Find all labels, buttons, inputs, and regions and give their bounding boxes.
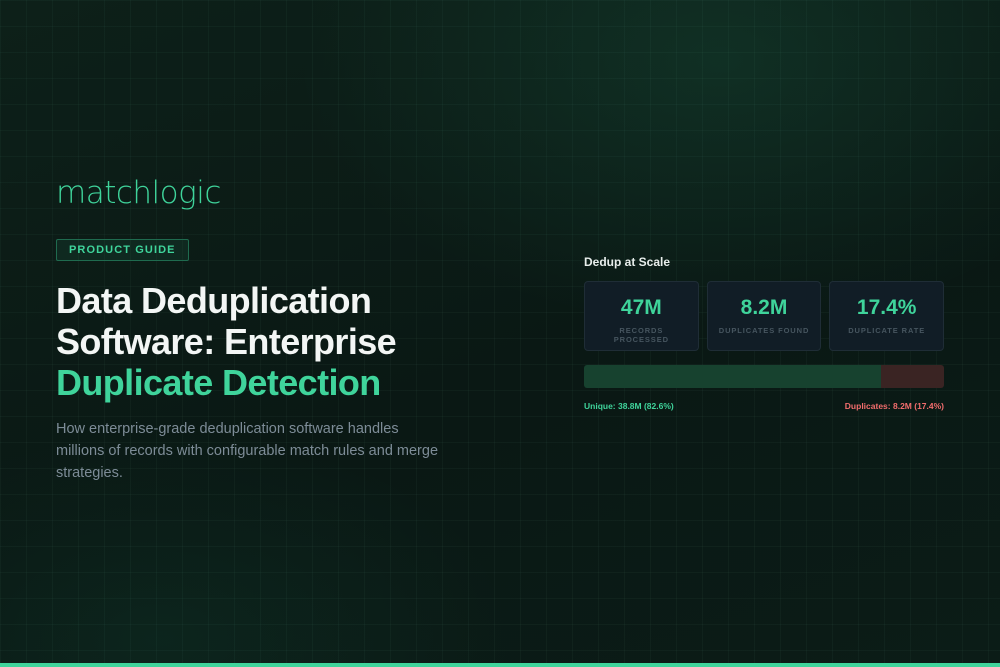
page-title: Data Deduplication Software: Enterprise … <box>56 280 476 403</box>
stat-label: RECORDS PROCESSED <box>613 326 669 344</box>
stat-card-duplicates: 8.2M DUPLICATES FOUND <box>706 281 822 351</box>
stat-card-records: 47M RECORDS PROCESSED <box>584 281 699 351</box>
legend-duplicates: Duplicates: 8.2M (17.4%) <box>844 401 944 411</box>
bottom-accent-bar <box>0 663 1000 667</box>
dedup-ratio-bar <box>584 365 944 388</box>
duplicates-segment <box>881 365 944 388</box>
stat-value: 47M <box>620 296 662 319</box>
stat-card-rate: 17.4% DUPLICATE RATE <box>829 281 945 351</box>
page-description: How enterprise-grade deduplication softw… <box>56 421 439 481</box>
unique-segment <box>584 365 882 388</box>
category-badge: PRODUCT GUIDE <box>56 239 189 261</box>
panel-title: Dedup at Scale <box>584 255 671 269</box>
title-accent: Duplicate Detection <box>56 362 381 403</box>
brand-logo[interactable]: matchlogic <box>56 178 221 209</box>
stat-label: DUPLICATES FOUND <box>718 326 810 335</box>
title-line-1: Data Deduplication <box>56 280 372 321</box>
legend-unique: Unique: 38.8M (82.6%) <box>584 401 674 411</box>
stat-value: 8.2M <box>740 296 788 319</box>
stat-label: DUPLICATE RATE <box>848 326 926 335</box>
stat-value: 17.4% <box>856 296 917 319</box>
title-line-2: Software: Enterprise <box>56 321 397 362</box>
stats-row: 47M RECORDS PROCESSED 8.2M DUPLICATES FO… <box>584 281 945 351</box>
